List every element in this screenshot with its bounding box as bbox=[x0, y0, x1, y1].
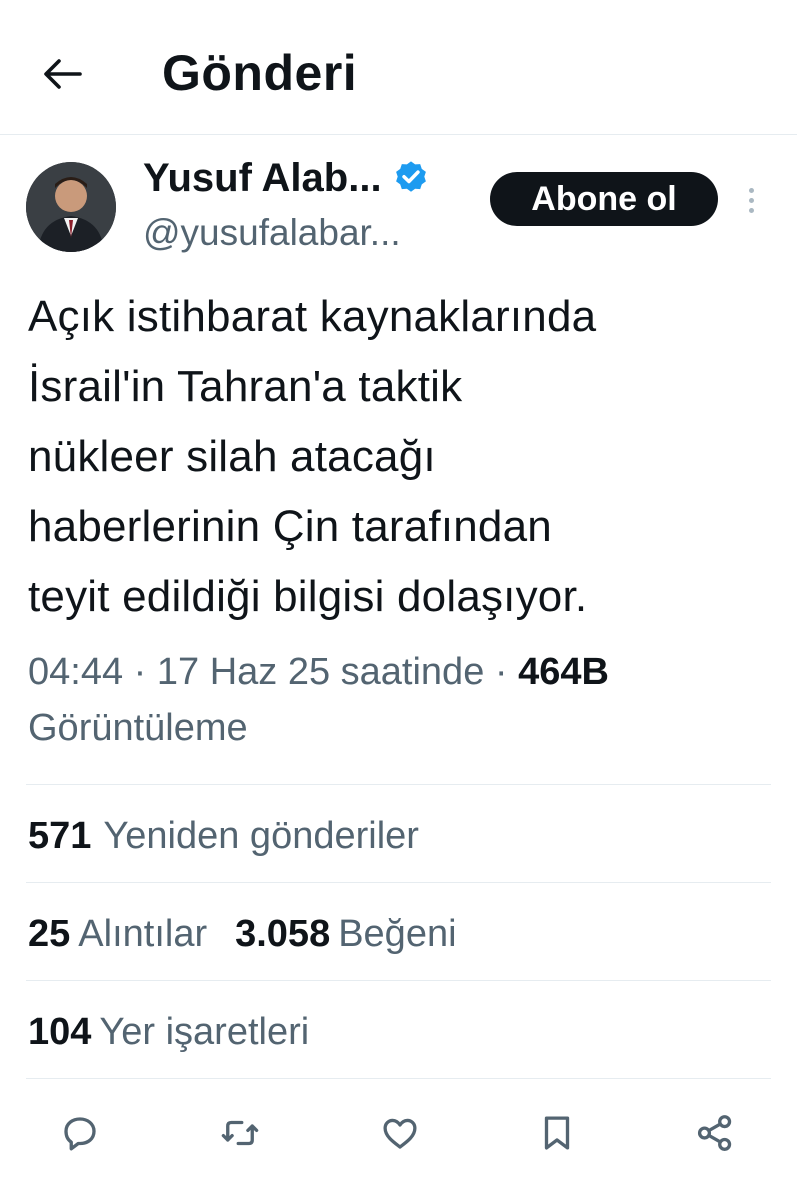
avatar-image bbox=[26, 162, 116, 252]
tweet-text: Açık istihbarat kaynaklarında İsrail'in … bbox=[28, 282, 778, 632]
author-handle[interactable]: @yusufalabar... bbox=[143, 212, 401, 254]
divider bbox=[26, 1078, 771, 1079]
tweet-line: teyit edildiği bilgisi dolaşıyor. bbox=[28, 572, 588, 621]
share-icon bbox=[697, 1115, 732, 1151]
tweet-line: Açık istihbarat kaynaklarında bbox=[28, 292, 597, 341]
reposts-stat[interactable]: 571 Yeniden gönderiler bbox=[28, 806, 419, 866]
reply-button[interactable] bbox=[55, 1108, 105, 1158]
more-dot-icon bbox=[748, 187, 754, 193]
arrow-left-icon bbox=[44, 59, 82, 89]
likes-label: Beğeni bbox=[338, 912, 457, 955]
reposts-label: Yeniden gönderiler bbox=[103, 814, 419, 857]
meta-separator: · bbox=[494, 651, 519, 693]
retweet-icon bbox=[221, 1120, 259, 1146]
action-bar bbox=[0, 1100, 797, 1164]
avatar[interactable] bbox=[26, 162, 116, 252]
more-options-button[interactable] bbox=[736, 178, 766, 222]
page-header: Gönderi bbox=[0, 0, 797, 135]
like-icon bbox=[383, 1118, 417, 1149]
meta-separator: · bbox=[133, 651, 157, 693]
bookmarks-label: Yer işaretleri bbox=[99, 1010, 310, 1053]
views-count: 464B bbox=[518, 651, 609, 693]
divider bbox=[26, 784, 771, 785]
share-button[interactable] bbox=[690, 1108, 740, 1158]
tweet-meta: 04:44 · 17 Haz 25 saatinde · 464B Görünt… bbox=[28, 644, 778, 756]
likes-count: 3.058 bbox=[235, 912, 331, 955]
verified-badge-icon bbox=[395, 161, 426, 192]
tweet-line: nükleer silah atacağı bbox=[28, 432, 436, 481]
bookmark-icon bbox=[544, 1116, 570, 1150]
follow-button[interactable]: Abone ol bbox=[490, 172, 718, 226]
more-dot-icon bbox=[748, 197, 754, 203]
divider bbox=[26, 882, 771, 883]
reply-icon bbox=[64, 1117, 96, 1151]
quotes-likes-row: 25 Alıntılar 3.058 Beğeni bbox=[28, 904, 457, 964]
divider bbox=[26, 980, 771, 981]
page-title: Gönderi bbox=[162, 45, 358, 101]
quotes-count: 25 bbox=[28, 912, 71, 955]
views-label: Görüntüleme bbox=[28, 707, 248, 749]
author-name-row[interactable]: Yusuf Alab... bbox=[143, 152, 430, 204]
tweet-line: haberlerinin Çin tarafından bbox=[28, 502, 552, 551]
tweet-line: İsrail'in Tahran'a taktik bbox=[28, 362, 463, 411]
like-button[interactable] bbox=[375, 1108, 425, 1158]
bookmark-button[interactable] bbox=[532, 1108, 582, 1158]
bookmarks-count: 104 bbox=[28, 1010, 92, 1053]
quotes-label: Alıntılar bbox=[78, 912, 208, 955]
tweet-time[interactable]: 04:44 bbox=[28, 651, 123, 693]
author-display-name[interactable]: Yusuf Alab... bbox=[143, 156, 382, 201]
reposts-count: 571 bbox=[28, 814, 92, 857]
back-button[interactable] bbox=[40, 52, 84, 96]
more-dot-icon bbox=[748, 207, 754, 213]
likes-stat[interactable]: 3.058 Beğeni bbox=[235, 913, 456, 956]
retweet-button[interactable] bbox=[215, 1108, 265, 1158]
bookmarks-stat[interactable]: 104 Yer işaretleri bbox=[28, 1002, 309, 1062]
tweet-date[interactable]: 17 Haz 25 saatinde bbox=[157, 651, 484, 693]
quotes-stat[interactable]: 25 Alıntılar bbox=[28, 913, 207, 956]
